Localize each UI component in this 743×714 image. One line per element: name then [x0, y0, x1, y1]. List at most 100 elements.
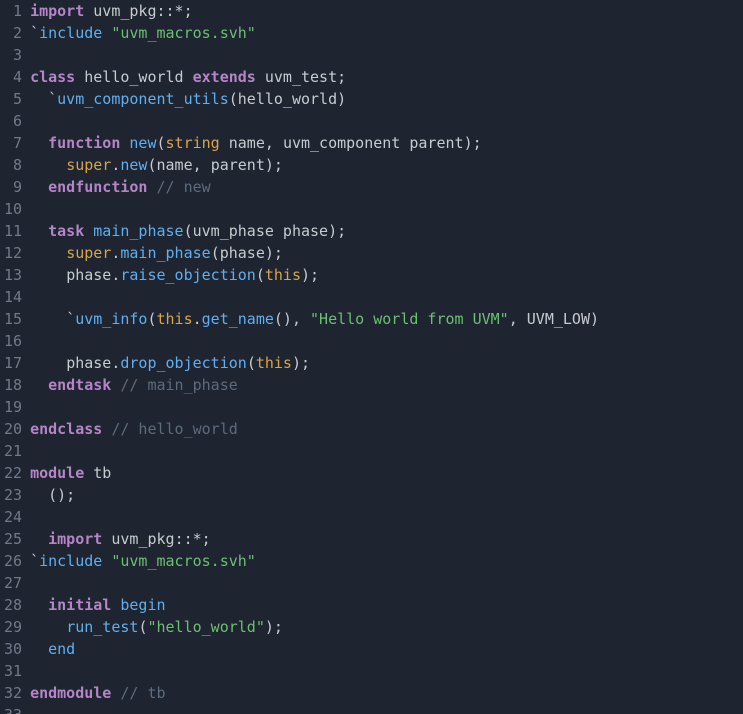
- token-op: .: [193, 310, 202, 328]
- token-cmt: // main_phase: [120, 376, 237, 394]
- token-id: uvm_component parent: [283, 134, 464, 152]
- token-id: [102, 24, 111, 42]
- code-line: endtask // main_phase: [30, 374, 743, 396]
- token-op: ): [337, 90, 346, 108]
- code-line: [30, 506, 743, 528]
- code-line: endclass // hello_world: [30, 418, 743, 440]
- line-number: 28: [4, 594, 22, 616]
- token-id: name: [157, 156, 193, 174]
- line-number: 9: [4, 176, 22, 198]
- token-id: [30, 376, 48, 394]
- token-fn: run_test: [66, 618, 138, 636]
- token-mac: include: [39, 552, 102, 570]
- token-op: );: [265, 156, 283, 174]
- token-id: uvm_pkg: [84, 2, 156, 20]
- code-line: [30, 44, 743, 66]
- token-op: );: [292, 354, 310, 372]
- token-op: ();: [48, 486, 75, 504]
- token-kw: endtask: [48, 376, 111, 394]
- token-bt: `: [30, 24, 39, 42]
- line-number: 20: [4, 418, 22, 440]
- line-number: 19: [4, 396, 22, 418]
- token-bt: `: [30, 552, 39, 570]
- line-number: 18: [4, 374, 22, 396]
- token-op: );: [328, 222, 346, 240]
- token-cmt: // new: [157, 178, 211, 196]
- code-line: `include "uvm_macros.svh": [30, 22, 743, 44]
- token-kw: import: [48, 530, 102, 548]
- token-kw: task: [48, 222, 84, 240]
- code-line: `uvm_info(this.get_name(), "Hello world …: [30, 308, 743, 330]
- line-number: 27: [4, 572, 22, 594]
- token-id: [102, 420, 111, 438]
- code-line: super.main_phase(phase);: [30, 242, 743, 264]
- token-id: [30, 222, 48, 240]
- token-kw: import: [30, 2, 84, 20]
- token-id: uvm_test: [256, 68, 337, 86]
- token-type: string: [166, 134, 220, 152]
- token-id: [30, 90, 48, 108]
- token-op: (: [184, 222, 193, 240]
- token-bt: `: [48, 90, 57, 108]
- line-number: 17: [4, 352, 22, 374]
- token-kw: function: [48, 134, 120, 152]
- code-line: [30, 330, 743, 352]
- token-id: UVM_LOW: [527, 310, 590, 328]
- token-id: name: [220, 134, 265, 152]
- token-op: ;: [337, 68, 346, 86]
- line-number: 16: [4, 330, 22, 352]
- code-line: [30, 660, 743, 682]
- line-number: 14: [4, 286, 22, 308]
- token-id: [30, 486, 48, 504]
- token-cmt: // tb: [120, 684, 165, 702]
- line-number: 23: [4, 484, 22, 506]
- token-op: (: [211, 244, 220, 262]
- line-number: 6: [4, 110, 22, 132]
- token-kw: endmodule: [30, 684, 111, 702]
- token-id: phase: [220, 244, 265, 262]
- line-number: 1: [4, 0, 22, 22]
- line-number: 7: [4, 132, 22, 154]
- token-op: ,: [193, 156, 211, 174]
- token-id: uvm_pkg: [102, 530, 174, 548]
- line-number: 21: [4, 440, 22, 462]
- token-op: (: [229, 90, 238, 108]
- code-line: super.new(name, parent);: [30, 154, 743, 176]
- token-bt: `: [66, 310, 75, 328]
- token-self: this: [256, 354, 292, 372]
- token-op: ): [590, 310, 599, 328]
- line-number: 22: [4, 462, 22, 484]
- token-fn: new: [129, 134, 156, 152]
- token-mac: include: [39, 24, 102, 42]
- token-fn: drop_objection: [120, 354, 246, 372]
- line-number: 4: [4, 66, 22, 88]
- token-kw: class: [30, 68, 75, 86]
- token-op: (: [256, 266, 265, 284]
- token-id: tb: [84, 464, 111, 482]
- line-number: 10: [4, 198, 22, 220]
- token-op: (: [147, 310, 156, 328]
- token-op: );: [301, 266, 319, 284]
- token-id: [102, 552, 111, 570]
- token-mac: uvm_component_utils: [57, 90, 229, 108]
- code-line: [30, 110, 743, 132]
- token-cmt: // hello_world: [111, 420, 237, 438]
- line-number: 11: [4, 220, 22, 242]
- code-line: import uvm_pkg::*;: [30, 0, 743, 22]
- token-op: ,: [509, 310, 527, 328]
- token-id: [84, 222, 93, 240]
- token-id: [30, 134, 48, 152]
- token-op: );: [265, 244, 283, 262]
- line-number: 8: [4, 154, 22, 176]
- token-fn: main_phase: [93, 222, 183, 240]
- token-id: [30, 640, 48, 658]
- token-id: hello_world: [75, 68, 192, 86]
- token-id: [30, 310, 66, 328]
- token-self: this: [157, 310, 193, 328]
- token-str: "Hello world from UVM": [310, 310, 509, 328]
- token-kw: endclass: [30, 420, 102, 438]
- line-number: 26: [4, 550, 22, 572]
- code-line: `include "uvm_macros.svh": [30, 550, 743, 572]
- token-id: [30, 156, 66, 174]
- line-number: 29: [4, 616, 22, 638]
